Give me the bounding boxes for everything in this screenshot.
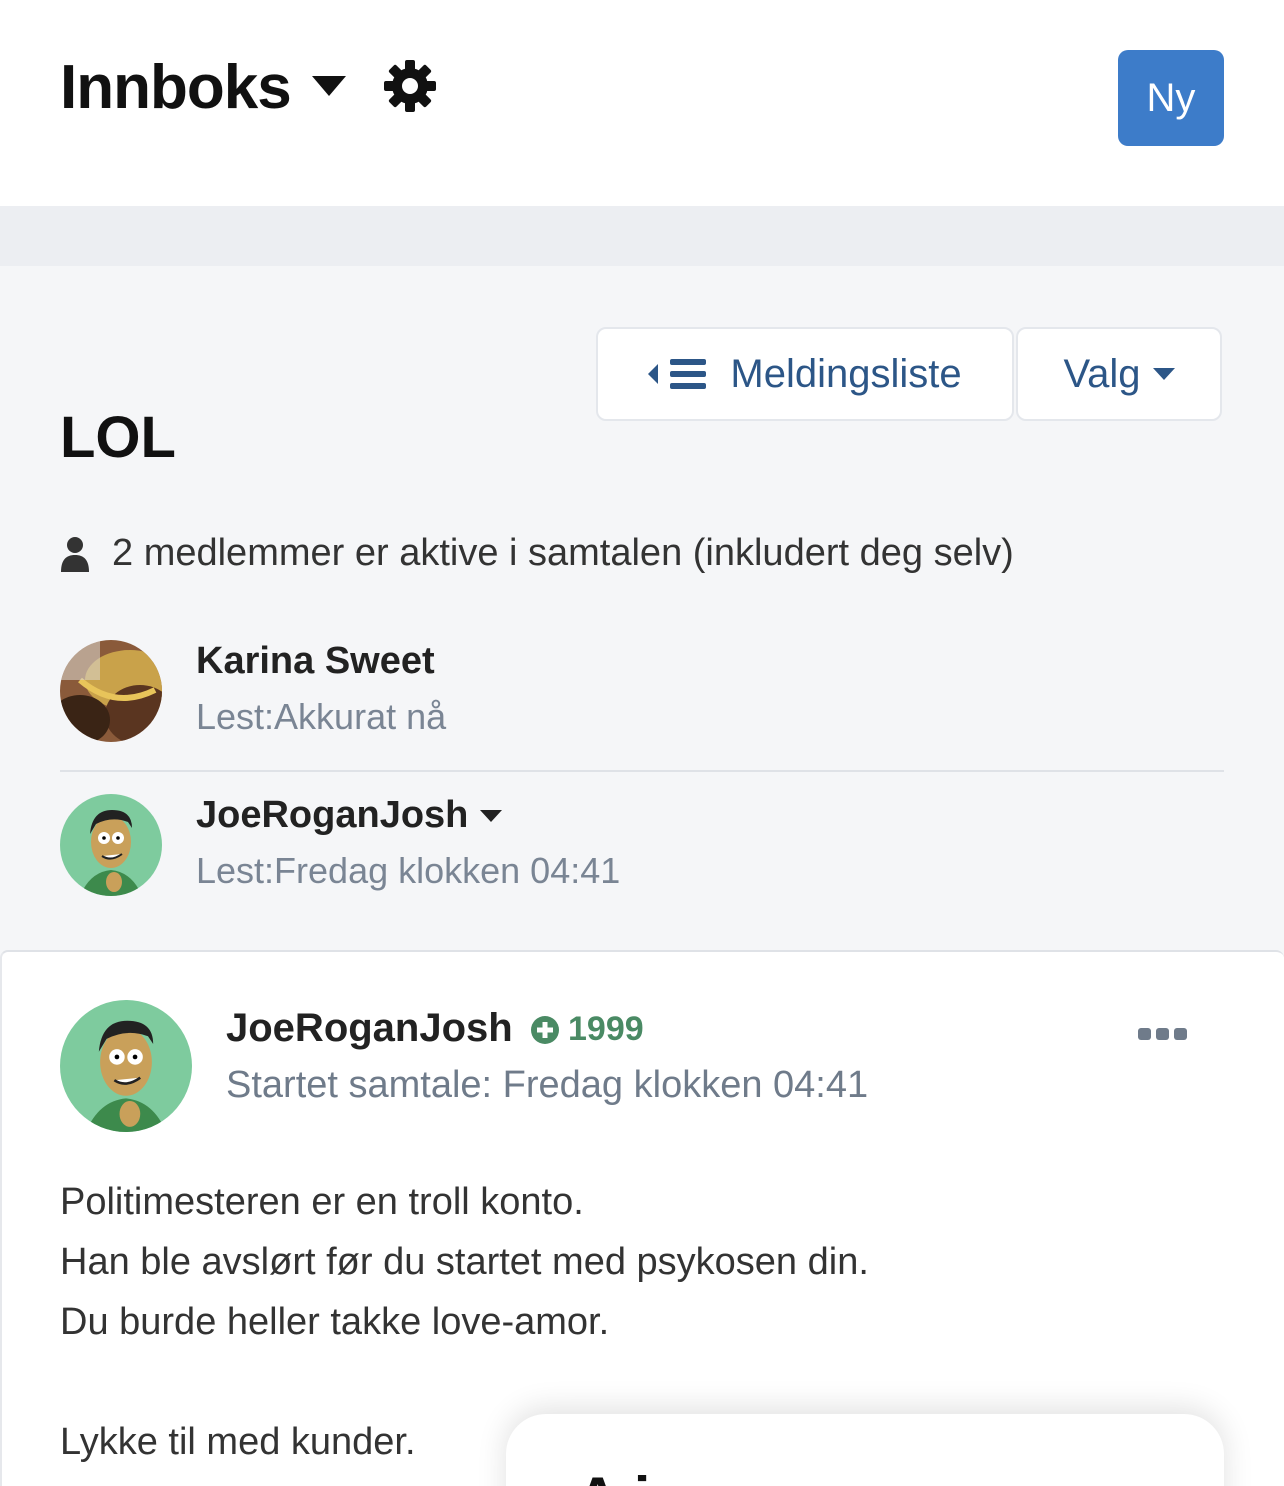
divider	[60, 770, 1224, 772]
top-header: Innboks Ny	[0, 0, 1284, 206]
new-message-button[interactable]: Ny	[1118, 50, 1224, 146]
avatar[interactable]	[60, 794, 162, 896]
participant-read-status: Lest:Fredag klokken 04:41	[196, 850, 621, 891]
ellipsis-icon[interactable]	[1138, 1026, 1188, 1042]
plus-circle-icon	[531, 1015, 559, 1044]
message-list-label: Meldingsliste	[730, 351, 962, 396]
list-collapse-icon	[648, 359, 707, 389]
options-dropdown-button[interactable]: Valg	[1016, 327, 1222, 421]
conversation-title: LOL	[60, 405, 176, 470]
participant-item[interactable]: JoeRoganJosh Lest:Fredag klokken 04:41	[60, 794, 1224, 896]
header-separator	[0, 206, 1284, 266]
avatar[interactable]	[60, 1000, 192, 1132]
bottom-sheet[interactable]: A i	[506, 1414, 1224, 1486]
inbox-dropdown-caret-icon[interactable]	[312, 76, 346, 96]
post-body-line: Han ble avslørt før du startet med psyko…	[60, 1241, 869, 1283]
post-timestamp[interactable]: Startet samtale: Fredag klokken 04:41	[226, 1064, 868, 1107]
options-label: Valg	[1063, 351, 1141, 396]
bottom-sheet-title: A i	[576, 1464, 650, 1486]
reputation-value: 1999	[568, 1010, 644, 1048]
caret-down-icon	[1152, 368, 1175, 380]
avatar[interactable]	[60, 640, 162, 742]
user-icon	[61, 536, 89, 572]
post-body-line: Du burde heller takke love-amor.	[60, 1301, 610, 1343]
members-info: 2 medlemmer er aktive i samtalen (inklud…	[60, 532, 1014, 575]
message-list-button[interactable]: Meldingsliste	[596, 327, 1014, 421]
caret-down-icon[interactable]	[480, 809, 503, 822]
inbox-title[interactable]: Innboks	[60, 52, 292, 123]
post-body-line: Politimesteren er en troll konto.	[60, 1181, 584, 1223]
participant-name[interactable]: Karina Sweet	[196, 640, 435, 683]
post-author-name[interactable]: JoeRoganJosh	[226, 1006, 513, 1051]
gear-icon[interactable]	[382, 58, 438, 114]
reputation-badge: 1999	[530, 1010, 644, 1049]
participant-read-status: Lest:Akkurat nå	[196, 696, 447, 737]
participant-name[interactable]: JoeRoganJosh	[196, 794, 503, 837]
post-body-line	[60, 1352, 869, 1412]
members-text: 2 medlemmer er aktive i samtalen (inklud…	[112, 532, 1014, 574]
participant-item[interactable]: Karina Sweet Lest:Akkurat nå	[60, 640, 1224, 742]
